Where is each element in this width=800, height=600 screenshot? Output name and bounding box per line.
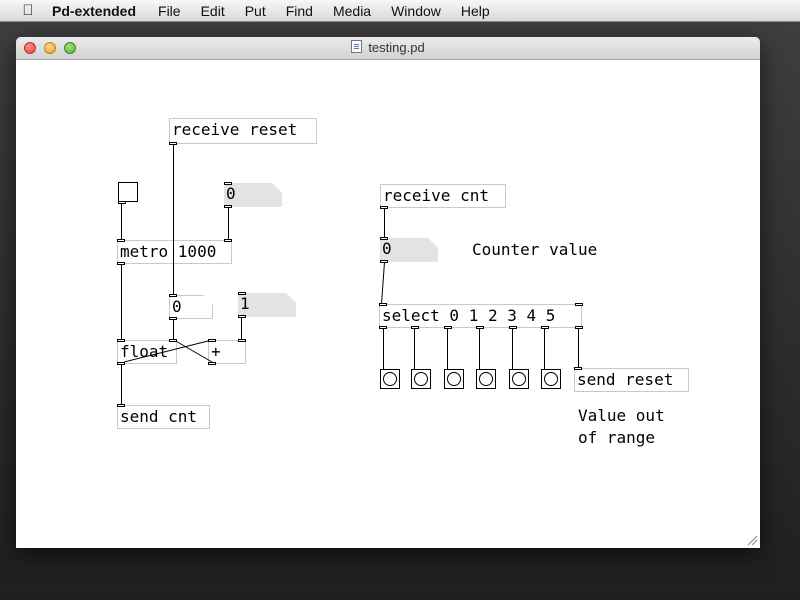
bang-0[interactable]: [380, 369, 400, 389]
number-box-counter[interactable]: 0: [169, 295, 213, 319]
menu-media[interactable]: Media: [333, 3, 371, 19]
bang-5[interactable]: [541, 369, 561, 389]
bang-1-circle-icon: [414, 372, 428, 386]
bang-2[interactable]: [444, 369, 464, 389]
resize-grip-icon[interactable]: [746, 534, 758, 546]
send-reset-object[interactable]: send reset: [574, 368, 689, 392]
bang-3[interactable]: [476, 369, 496, 389]
window-titlebar[interactable]: testing.pd: [16, 37, 760, 60]
document-icon: [351, 40, 363, 53]
bang-2-circle-icon: [447, 372, 461, 386]
bang-0-circle-icon: [383, 372, 397, 386]
number-box-one[interactable]: 1: [238, 293, 296, 317]
select-object[interactable]: select 0 1 2 3 4 5: [379, 304, 582, 328]
receive-cnt-object[interactable]: receive cnt: [380, 184, 506, 208]
bang-4-circle-icon: [512, 372, 526, 386]
menu-find[interactable]: Find: [286, 3, 313, 19]
apple-icon[interactable]: : [18, 2, 38, 19]
menu-edit[interactable]: Edit: [201, 3, 225, 19]
receive-reset-object[interactable]: receive reset: [169, 118, 317, 144]
send-cnt-object[interactable]: send cnt: [117, 405, 210, 429]
menu-file[interactable]: File: [158, 3, 181, 19]
menu-help[interactable]: Help: [461, 3, 490, 19]
patch-window: testing.pd: [16, 37, 760, 548]
bang-4[interactable]: [509, 369, 529, 389]
metro-object[interactable]: metro 1000: [117, 240, 232, 264]
window-title: testing.pd: [368, 40, 425, 55]
number-box-cnt[interactable]: 0: [380, 238, 438, 262]
bang-3-circle-icon: [479, 372, 493, 386]
menu-app-name[interactable]: Pd-extended: [52, 3, 136, 19]
number-box-top[interactable]: 0: [224, 183, 282, 207]
counter-value-comment: Counter value: [472, 240, 598, 259]
menu-put[interactable]: Put: [245, 3, 266, 19]
menu-bar:  Pd-extended File Edit Put Find Media W…: [0, 0, 800, 22]
float-object[interactable]: float: [117, 340, 177, 364]
bang-toggle-start[interactable]: [118, 182, 138, 202]
bang-5-circle-icon: [544, 372, 558, 386]
menu-window[interactable]: Window: [391, 3, 441, 19]
plus-object[interactable]: +: [208, 340, 246, 364]
out-of-range-comment: Value out of range: [578, 406, 665, 447]
bang-1[interactable]: [411, 369, 431, 389]
